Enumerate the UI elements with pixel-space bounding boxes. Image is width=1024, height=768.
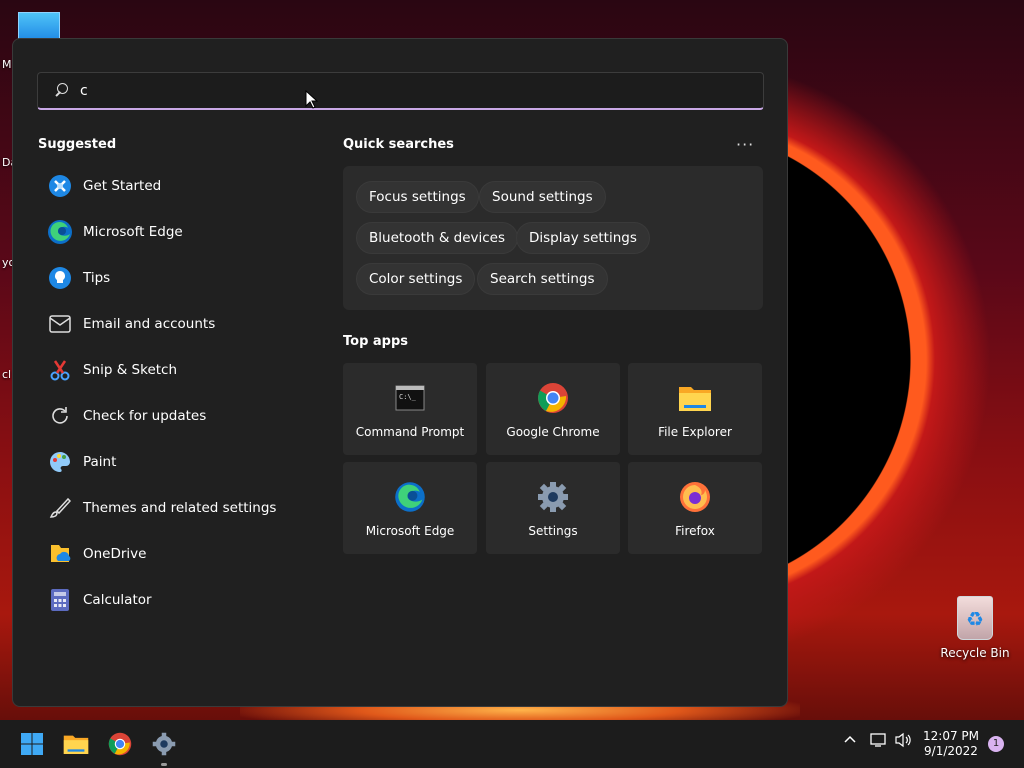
suggested-title: Suggested bbox=[38, 137, 117, 152]
network-icon[interactable] bbox=[870, 732, 888, 752]
firefox-icon bbox=[678, 480, 712, 514]
recycle-bin-label: Recycle Bin bbox=[940, 646, 1010, 660]
file-explorer-icon bbox=[678, 381, 712, 415]
recycle-bin-icon bbox=[957, 596, 993, 640]
start-button[interactable] bbox=[18, 730, 46, 758]
notification-badge[interactable]: 1 bbox=[988, 736, 1004, 752]
suggested-item-edge[interactable]: Microsoft Edge bbox=[37, 209, 317, 255]
suggested-item-check-updates[interactable]: Check for updates bbox=[37, 393, 317, 439]
app-tile-settings[interactable]: Settings bbox=[486, 462, 620, 554]
suggested-item-themes[interactable]: Themes and related settings bbox=[37, 485, 317, 531]
suggested-item-label: Paint bbox=[83, 454, 117, 470]
suggested-list: Get Started Microsoft Edge Tips Email an… bbox=[37, 163, 317, 623]
paint-icon bbox=[47, 449, 73, 475]
file-explorer-icon bbox=[63, 735, 89, 754]
suggested-item-tips[interactable]: Tips bbox=[37, 255, 317, 301]
taskbar-chrome[interactable] bbox=[106, 730, 134, 758]
recycle-bin[interactable]: Recycle Bin bbox=[938, 596, 1012, 660]
snip-sketch-icon bbox=[47, 357, 73, 383]
volume-icon[interactable] bbox=[894, 732, 912, 752]
suggested-item-label: Microsoft Edge bbox=[83, 224, 183, 240]
lightbulb-icon bbox=[47, 265, 73, 291]
settings-gear-icon bbox=[152, 732, 176, 756]
app-label: File Explorer bbox=[658, 425, 732, 439]
brush-icon bbox=[47, 495, 73, 521]
suggested-item-label: Calculator bbox=[83, 592, 152, 608]
chrome-icon bbox=[536, 381, 570, 415]
calculator-icon bbox=[47, 587, 73, 613]
app-tile-command-prompt[interactable]: C:\_ Command Prompt bbox=[343, 363, 477, 455]
suggested-item-email-accounts[interactable]: Email and accounts bbox=[37, 301, 317, 347]
search-input[interactable] bbox=[80, 82, 680, 99]
suggested-item-label: Themes and related settings bbox=[83, 500, 277, 516]
clock[interactable]: 12:07 PM 9/1/2022 bbox=[918, 729, 984, 759]
suggested-item-label: Get Started bbox=[83, 178, 162, 194]
taskbar-settings[interactable] bbox=[150, 730, 178, 758]
suggested-item-label: Tips bbox=[83, 270, 111, 286]
suggested-item-label: OneDrive bbox=[83, 546, 147, 562]
edge-icon bbox=[393, 480, 427, 514]
desktop-item-label: cl bbox=[2, 368, 12, 381]
clock-time: 12:07 PM bbox=[923, 729, 979, 743]
app-tile-google-chrome[interactable]: Google Chrome bbox=[486, 363, 620, 455]
mail-icon bbox=[47, 311, 73, 337]
onedrive-icon bbox=[47, 541, 73, 567]
chip-sound-settings[interactable]: Sound settings bbox=[479, 181, 606, 213]
active-indicator bbox=[161, 763, 167, 766]
edge-icon bbox=[47, 219, 73, 245]
app-label: Command Prompt bbox=[355, 425, 465, 439]
taskbar-file-explorer[interactable] bbox=[62, 730, 90, 758]
search-box[interactable] bbox=[37, 72, 764, 110]
chip-display-settings[interactable]: Display settings bbox=[516, 222, 650, 254]
app-label: Microsoft Edge bbox=[365, 524, 455, 538]
chip-bluetooth-devices[interactable]: Bluetooth & devices bbox=[356, 222, 519, 254]
app-label: Settings bbox=[528, 524, 578, 538]
start-menu: Suggested Get Started Microsoft Edge Tip… bbox=[12, 38, 788, 707]
app-tile-firefox[interactable]: Firefox bbox=[628, 462, 762, 554]
suggested-item-calculator[interactable]: Calculator bbox=[37, 577, 317, 623]
quick-searches-title: Quick searches bbox=[343, 137, 454, 152]
chip-focus-settings[interactable]: Focus settings bbox=[356, 181, 479, 213]
search-icon bbox=[52, 82, 70, 100]
chrome-icon bbox=[108, 732, 132, 756]
suggested-item-label: Email and accounts bbox=[83, 316, 216, 332]
desktop-item-label: M bbox=[2, 58, 12, 71]
top-apps-title: Top apps bbox=[343, 334, 409, 349]
suggested-item-get-started[interactable]: Get Started bbox=[37, 163, 317, 209]
svg-text:C:\_: C:\_ bbox=[399, 393, 417, 401]
get-started-icon bbox=[47, 173, 73, 199]
suggested-item-label: Check for updates bbox=[83, 408, 207, 424]
app-tile-microsoft-edge[interactable]: Microsoft Edge bbox=[343, 462, 477, 554]
app-label: Google Chrome bbox=[506, 425, 600, 439]
quick-searches-panel: Focus settings Sound settings Bluetooth … bbox=[343, 166, 763, 310]
chevron-up-icon[interactable] bbox=[843, 732, 857, 750]
command-prompt-icon: C:\_ bbox=[393, 381, 427, 415]
app-tile-file-explorer[interactable]: File Explorer bbox=[628, 363, 762, 455]
suggested-item-label: Snip & Sketch bbox=[83, 362, 178, 378]
chip-color-settings[interactable]: Color settings bbox=[356, 263, 476, 295]
suggested-item-onedrive[interactable]: OneDrive bbox=[37, 531, 317, 577]
chip-search-settings[interactable]: Search settings bbox=[477, 263, 608, 295]
suggested-item-snip-sketch[interactable]: Snip & Sketch bbox=[37, 347, 317, 393]
app-label: Firefox bbox=[675, 524, 715, 538]
clock-date: 9/1/2022 bbox=[924, 744, 978, 758]
more-options-button[interactable]: ··· bbox=[736, 135, 754, 154]
refresh-icon bbox=[47, 403, 73, 429]
windows-logo-icon bbox=[21, 733, 43, 755]
taskbar: 12:07 PM 9/1/2022 1 bbox=[0, 720, 1024, 768]
settings-gear-icon bbox=[536, 480, 570, 514]
suggested-item-paint[interactable]: Paint bbox=[37, 439, 317, 485]
